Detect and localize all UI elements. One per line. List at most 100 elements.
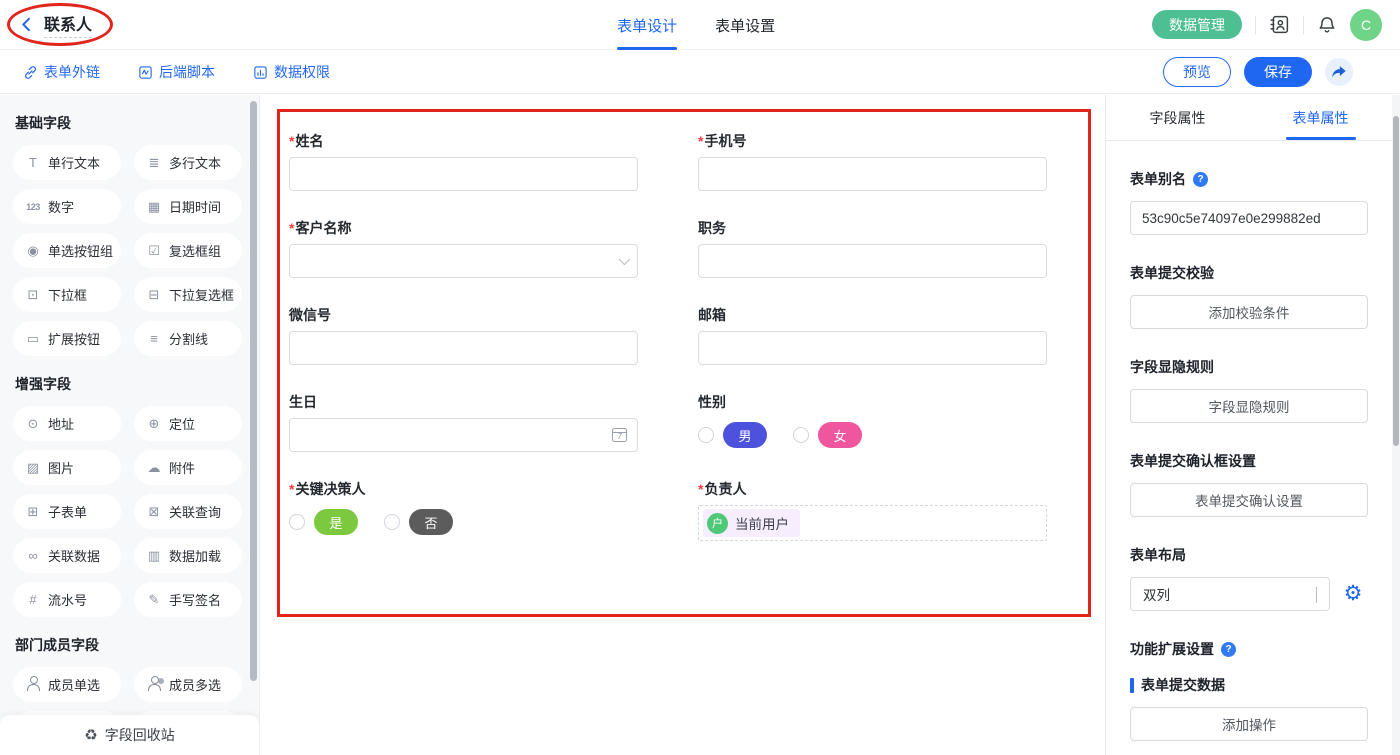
gear-icon[interactable]: ⚙ <box>1338 577 1368 611</box>
field-customer-name-input[interactable] <box>289 244 638 278</box>
required-asterisk: * <box>289 133 294 149</box>
sidebar-item-signature[interactable]: ✎手写签名 <box>134 582 242 617</box>
sidebar-item-subform[interactable]: ⊞子表单 <box>13 494 121 529</box>
image-icon: ▨ <box>23 460 43 476</box>
panel-section-title: 表单布局 <box>1130 545 1368 565</box>
save-button[interactable]: 保存 <box>1244 57 1312 87</box>
sidebar-item-linked-data[interactable]: ∞关联数据 <box>13 538 121 573</box>
contacts-icon[interactable] <box>1269 14 1290 35</box>
recycle-bin-label: 字段回收站 <box>105 725 175 745</box>
linked-data-icon: ∞ <box>23 548 43 563</box>
window-scrollbar-thumb[interactable] <box>1393 116 1399 446</box>
form-title[interactable]: 联系人 <box>44 11 92 38</box>
panel-section-control: 添加操作 <box>1130 707 1368 741</box>
form-alias-input[interactable] <box>1130 201 1368 235</box>
form-toolbar: 表单外链 后端脚本 数据权限 预览 保存 <box>0 51 1400 94</box>
sidebar-item-address[interactable]: ⊙地址 <box>13 406 121 441</box>
sidebar-item-member-multi[interactable]: 成员多选 <box>134 667 242 702</box>
bell-icon[interactable] <box>1317 14 1337 35</box>
sidebar-item-multi-line-text[interactable]: ≣多行文本 <box>134 145 242 180</box>
sidebar-item-datetime[interactable]: ▦日期时间 <box>134 189 242 224</box>
field-label-text: 性别 <box>698 394 726 410</box>
panel-section-title: 表单提交校验 <box>1130 263 1368 283</box>
tab-form-design[interactable]: 表单设计 <box>617 0 677 50</box>
toolbar-link-label: 数据权限 <box>274 62 330 82</box>
radio-icon[interactable] <box>289 514 305 530</box>
field-wechat: 微信号 <box>289 305 638 365</box>
field-owner-input[interactable]: 户当前用户 <box>698 505 1047 541</box>
field-mobile-input[interactable] <box>698 157 1047 191</box>
submit-confirm-settings-button[interactable]: 表单提交确认设置 <box>1130 483 1368 517</box>
radio-icon[interactable] <box>793 427 809 443</box>
sidebar-item-member-single[interactable]: 成员单选 <box>13 667 121 702</box>
sidebar-item-label: 定位 <box>169 414 195 433</box>
field-recycle-bin[interactable]: ♻ 字段回收站 <box>0 715 259 755</box>
user-tag-label: 当前用户 <box>735 513 789 533</box>
address-icon: ⊙ <box>23 416 43 432</box>
tab-form-properties[interactable]: 表单属性 <box>1249 95 1392 140</box>
radio-icon[interactable] <box>384 514 400 530</box>
window-scrollbar-track[interactable] <box>1392 95 1400 755</box>
sidebar-item-divider[interactable]: ≡分割线 <box>134 321 242 356</box>
sidebar-item-label: 关联查询 <box>169 502 221 521</box>
field-job-title-input[interactable] <box>698 244 1047 278</box>
sidebar-item-label: 单行文本 <box>48 153 100 172</box>
sidebar-item-data-load[interactable]: ▥数据加载 <box>134 538 242 573</box>
submit-validation-button[interactable]: 添加校验条件 <box>1130 295 1368 329</box>
share-button[interactable] <box>1325 58 1353 86</box>
sidebar-item-multi-select[interactable]: ⊟下拉复选框 <box>134 277 242 312</box>
back-icon[interactable] <box>18 16 35 33</box>
data-permission-button[interactable]: 数据权限 <box>253 62 330 82</box>
field-name-input[interactable] <box>289 157 638 191</box>
sidebar-item-linked-query[interactable]: ⊠关联查询 <box>134 494 242 529</box>
radio-option[interactable]: 否 <box>384 509 453 535</box>
field-label-text: 微信号 <box>289 307 331 323</box>
member-single-icon <box>23 676 43 694</box>
field-birthday: 生日 <box>289 392 638 452</box>
sidebar-item-select[interactable]: ⊡下拉框 <box>13 277 121 312</box>
sidebar-item-checkbox-group[interactable]: ☑复选框组 <box>134 233 242 268</box>
form-external-link-button[interactable]: 表单外链 <box>23 62 100 82</box>
tab-field-properties[interactable]: 字段属性 <box>1106 95 1249 140</box>
backend-script-button[interactable]: 后端脚本 <box>138 62 215 82</box>
sidebar-item-single-line-text[interactable]: T单行文本 <box>13 145 121 180</box>
radio-option[interactable]: 男 <box>698 422 767 448</box>
recycle-icon: ♻ <box>84 726 97 744</box>
sidebar-item-extend-button[interactable]: ▭扩展按钮 <box>13 321 121 356</box>
form-design-canvas[interactable]: *姓名*手机号*客户名称职务微信号邮箱生日性别男女*关键决策人是否*负责人户当前… <box>260 95 1105 755</box>
sidebar-item-location[interactable]: ⊕ 定位 <box>134 406 242 441</box>
tab-form-settings[interactable]: 表单设置 <box>715 0 775 50</box>
form-layout-select[interactable]: 双列 <box>1130 577 1330 611</box>
sidebar-item-serial-number[interactable]: #流水号 <box>13 582 121 617</box>
radio-icon[interactable] <box>698 427 714 443</box>
submit-data-button[interactable]: 添加操作 <box>1130 707 1368 741</box>
sidebar-item-radio-group[interactable]: ◉单选按钮组 <box>13 233 121 268</box>
panel-section-title-text: 表单提交数据 <box>1141 675 1225 695</box>
sidebar-scrollbar[interactable] <box>250 101 257 681</box>
field-visibility-rules-button[interactable]: 字段显隐规则 <box>1130 389 1368 423</box>
sidebar-item-label: 子表单 <box>48 502 87 521</box>
user-avatar[interactable]: C <box>1350 9 1382 41</box>
panel-section-form-layout: 表单布局双列⚙ <box>1130 545 1368 611</box>
panel-section-title: 字段显隐规则 <box>1130 357 1368 377</box>
help-icon[interactable]: ? <box>1221 642 1236 657</box>
panel-section-title-text: 表单别名 <box>1130 169 1186 189</box>
field-email-input[interactable] <box>698 331 1047 365</box>
link-icon <box>23 65 38 80</box>
sidebar-item-image[interactable]: ▨图片 <box>13 450 121 485</box>
field-birthday-input[interactable] <box>289 418 638 452</box>
radio-option[interactable]: 是 <box>289 509 358 535</box>
sidebar-item-label: 多行文本 <box>169 153 221 172</box>
panel-section-title: 表单提交确认框设置 <box>1130 451 1368 471</box>
divider <box>1303 16 1304 34</box>
field-wechat-input[interactable] <box>289 331 638 365</box>
data-manage-button[interactable]: 数据管理 <box>1152 10 1242 39</box>
location-icon: ⊕ <box>144 416 164 432</box>
field-label-text: 负责人 <box>704 481 746 497</box>
help-icon[interactable]: ? <box>1193 172 1208 187</box>
radio-option[interactable]: 女 <box>793 422 862 448</box>
sidebar-item-number[interactable]: 123数字 <box>13 189 121 224</box>
divider <box>1255 16 1256 34</box>
sidebar-item-attachment[interactable]: ☁附件 <box>134 450 242 485</box>
preview-button[interactable]: 预览 <box>1163 57 1231 87</box>
